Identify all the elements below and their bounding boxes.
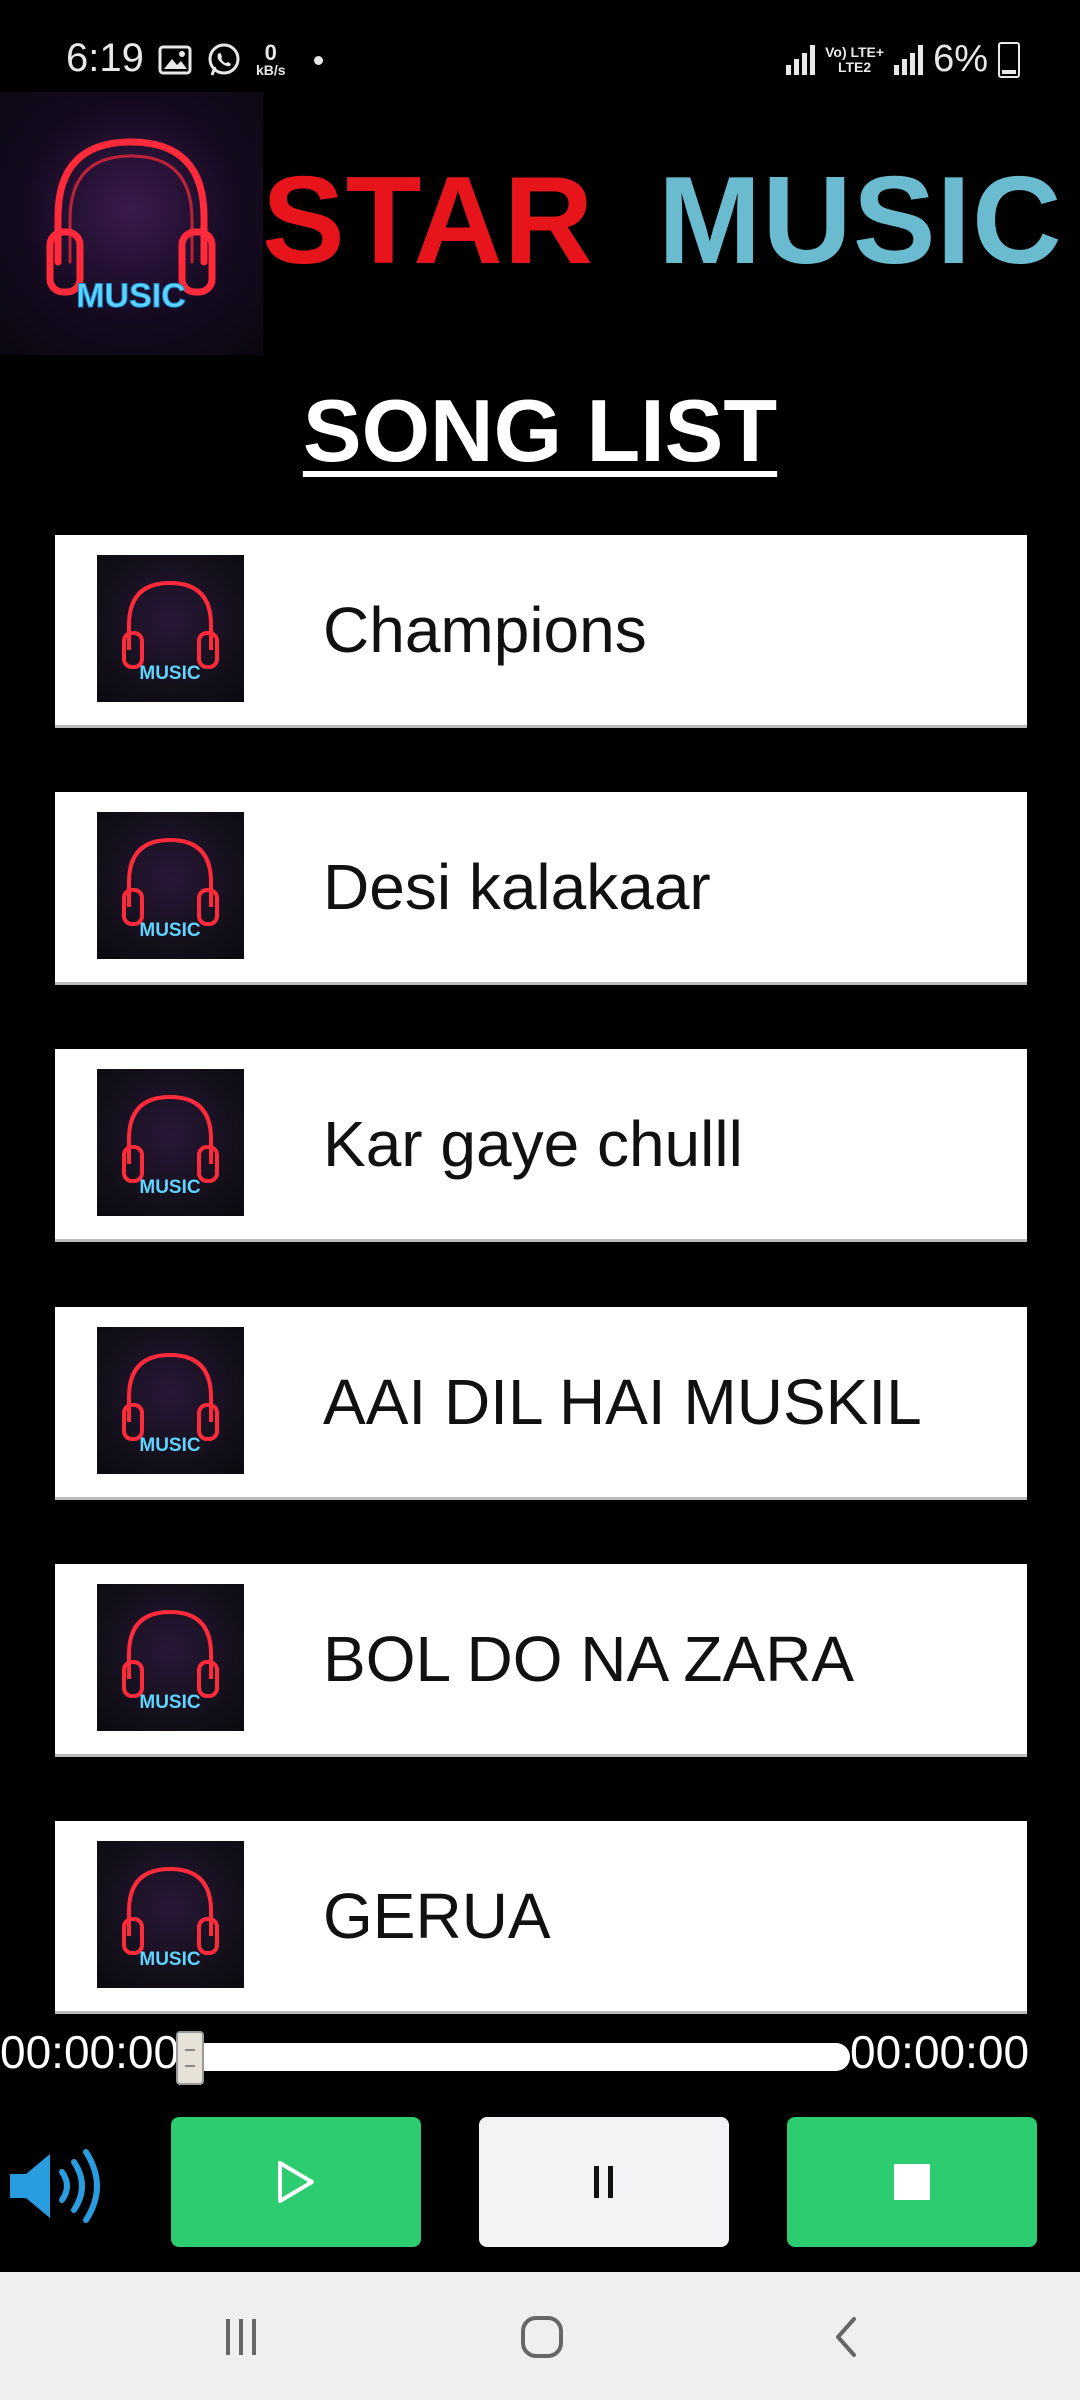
- stop-icon: [894, 2164, 930, 2200]
- song-thumbnail: MUSIC: [97, 1069, 244, 1216]
- play-button[interactable]: [171, 2117, 421, 2247]
- network-type-bottom: LTE2: [837, 58, 872, 75]
- signal-strength-2-icon: [894, 44, 924, 75]
- pause-icon: [594, 2166, 613, 2198]
- recent-apps-button[interactable]: [211, 2312, 271, 2362]
- current-time: 00:00:00: [0, 2026, 180, 2078]
- gallery-icon: [158, 45, 192, 75]
- song-list-heading: SONG LIST: [302, 381, 778, 480]
- whatsapp-icon: [208, 43, 240, 76]
- song-title: GERUA: [323, 1880, 551, 1952]
- home-icon: [521, 2316, 563, 2358]
- song-item-kar-gaye-chulll[interactable]: MUSIC Kar gaye chulll: [55, 1049, 1027, 1239]
- app-logo-text: MUSIC: [76, 277, 186, 315]
- battery-icon: [998, 41, 1020, 78]
- play-icon: [278, 2161, 314, 2203]
- status-system-icons: Vo) LTE+ LTE2 6%: [786, 38, 1020, 81]
- signal-strength-icon: [786, 44, 816, 75]
- song-item-desi-kalakaar[interactable]: MUSIC Desi kalakaar: [55, 792, 1027, 982]
- song-item-aai-dil-hai-muskil[interactable]: MUSIC AAI DIL HAI MUSKIL: [55, 1307, 1027, 1497]
- stop-button[interactable]: [787, 2117, 1037, 2247]
- network-type-label: Vo) LTE+ LTE2: [825, 43, 885, 75]
- song-title: BOL DO NA ZARA: [323, 1623, 855, 1695]
- status-bar: 6:19 0 kB/s Vo) LTE+ LTE2 6%: [0, 0, 1080, 92]
- volume-icon[interactable]: [6, 2148, 102, 2224]
- song-title: Kar gaye chulll: [323, 1108, 743, 1180]
- network-type-top: Vo) LTE+: [825, 43, 885, 60]
- song-thumbnail: MUSIC: [97, 1584, 244, 1731]
- song-item-bol-do-na-zara[interactable]: MUSIC BOL DO NA ZARA: [55, 1564, 1027, 1754]
- total-time: 00:00:00: [850, 2026, 1030, 2078]
- seek-bar[interactable]: [176, 2031, 850, 2085]
- song-thumbnail-text: MUSIC: [139, 1177, 201, 1198]
- notification-dot: [313, 55, 323, 65]
- navigation-bar: [0, 2272, 1080, 2400]
- song-thumbnail-text: MUSIC: [139, 1692, 201, 1713]
- song-item-gerua[interactable]: MUSIC GERUA: [55, 1821, 1027, 2011]
- song-thumbnail-text: MUSIC: [139, 920, 201, 941]
- data-speed-unit: kB/s: [256, 62, 286, 78]
- seek-thumb[interactable]: [176, 2031, 204, 2085]
- song-title: Desi kalakaar: [323, 851, 711, 923]
- data-speed-indicator: 0 kB/s: [256, 40, 286, 78]
- battery-percentage: 6%: [933, 38, 988, 80]
- song-title: Champions: [323, 594, 647, 666]
- app-logo: MUSIC: [0, 92, 263, 355]
- song-thumbnail-text: MUSIC: [139, 1435, 201, 1456]
- song-thumbnail-text: MUSIC: [139, 1949, 201, 1970]
- song-item-champions[interactable]: MUSIC Champions: [55, 535, 1027, 725]
- status-time: 6:19: [66, 36, 144, 80]
- song-thumbnail: MUSIC: [97, 812, 244, 959]
- pause-button[interactable]: [479, 2117, 729, 2247]
- song-thumbnail: MUSIC: [97, 555, 244, 702]
- app-title-music: MUSIC: [658, 152, 1063, 290]
- app-title-star: STAR: [262, 152, 595, 290]
- song-thumbnail: MUSIC: [97, 1841, 244, 1988]
- song-title: AAI DIL HAI MUSKIL: [323, 1366, 922, 1438]
- recent-apps-icon: [226, 2319, 256, 2355]
- status-notification-icons: 0 kB/s: [158, 42, 323, 78]
- back-button[interactable]: [815, 2312, 875, 2362]
- home-button[interactable]: [512, 2312, 572, 2362]
- back-icon: [836, 2317, 856, 2357]
- data-speed-value: 0: [264, 40, 277, 65]
- song-thumbnail-text: MUSIC: [139, 663, 201, 684]
- song-thumbnail: MUSIC: [97, 1327, 244, 1474]
